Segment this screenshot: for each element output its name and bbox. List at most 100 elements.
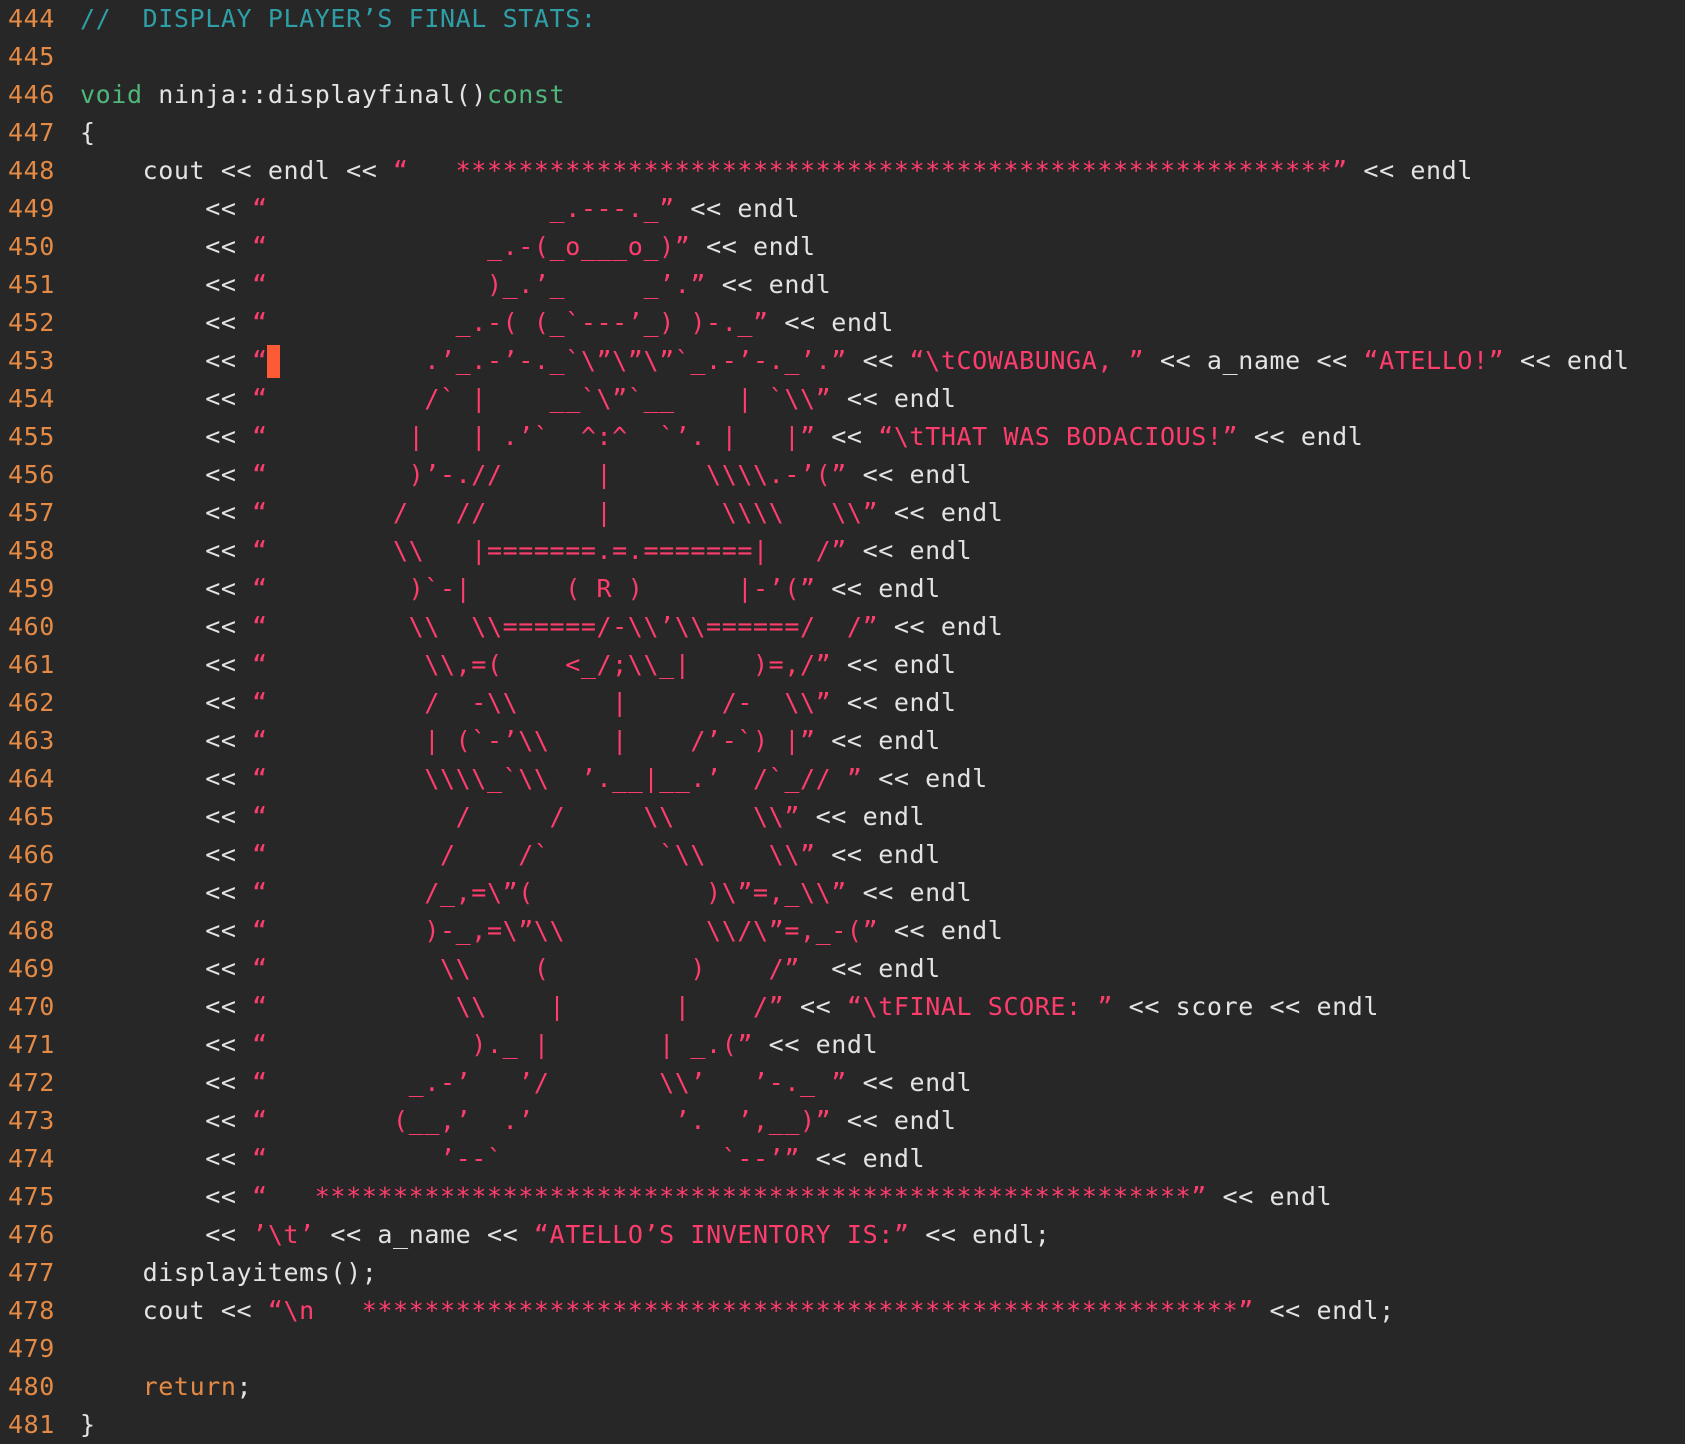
string-literal: “ / // | \\\\ \\” [252,498,879,527]
code-line[interactable]: 452 << “ _.-( (_`---’_) )-._” << endl [0,304,1685,342]
line-number: 459 [8,574,55,603]
code-token: << [80,878,253,907]
code-token: cout << [80,1296,268,1325]
line-number: 450 [8,232,55,261]
code-line[interactable]: 481} [0,1406,1685,1444]
string-literal: “ )_.’_ _’.” [252,270,707,299]
code-line[interactable]: 449 << “ _.---._” << endl [0,190,1685,228]
code-line[interactable]: 479 [0,1330,1685,1368]
string-literal: ’\t’ [252,1220,315,1249]
line-number: 462 [8,688,55,717]
code-text: << “ | (`-’\\ | /’-`) |” << endl [72,722,941,760]
string-literal: “ / /` `\\ \\” [252,840,816,869]
code-line[interactable]: 444 // DISPLAY PLAYER’S FINAL STATS: [0,0,1685,38]
code-line[interactable]: 451 << “ )_.’_ _’.” << endl [0,266,1685,304]
string-literal: “\tCOWABUNGA, ” [909,346,1145,375]
code-line[interactable]: 468 << “ )-_,=\”\\ \\/\”=,_-(” << endl [0,912,1685,950]
code-line[interactable]: 463 << “ | (`-’\\ | /’-`) |” << endl [0,722,1685,760]
code-text: << “ _.---._” << endl [72,190,800,228]
code-token: << [80,916,253,945]
code-text: << “ /` | __`\”`__ | `\\” << endl [72,380,957,418]
code-line[interactable]: 466 << “ / /` `\\ \\” << endl [0,836,1685,874]
code-text: { [72,114,96,152]
string-literal: “\tTHAT WAS BODACIOUS!” [878,422,1239,451]
line-number: 478 [8,1296,55,1325]
code-token: << [80,1068,253,1097]
code-line[interactable]: 477 displayitems(); [0,1254,1685,1292]
string-literal: “ / -\\ | /- \\” [252,688,832,717]
code-line[interactable]: 478 cout << “\n ************************… [0,1292,1685,1330]
code-line[interactable]: 462 << “ / -\\ | /- \\” << endl [0,684,1685,722]
line-number: 461 [8,650,55,679]
line-number: 449 [8,194,55,223]
code-token: << [80,764,253,793]
string-literal: “ /_,=\”( )\”=,_\\” [252,878,847,907]
code-line[interactable]: 445 [0,38,1685,76]
code-token: << endl [831,384,957,413]
code-token: << endl [1347,156,1473,185]
string-literal: “ | (`-’\\ | /’-`) |” [252,726,816,755]
line-number: 452 [8,308,55,337]
line-number: 464 [8,764,55,793]
line-number: 454 [8,384,55,413]
code-token: << endl [878,916,1004,945]
string-literal: “ _.---._” [252,194,675,223]
line-number: 476 [8,1220,55,1249]
keyword-token: const [486,80,566,109]
code-line[interactable]: 473 << “ (__,’ .’ ’. ’,__)” << endl [0,1102,1685,1140]
code-line[interactable]: 470 << “ \\ | | /” << “\tFINAL SCORE: ” … [0,988,1685,1026]
code-line[interactable]: 467 << “ /_,=\”( )\”=,_\\” << endl [0,874,1685,912]
string-literal: “ \\ |=======.=.=======| /” [252,536,847,565]
code-line[interactable]: 455 << “ | | .’` ^:^ `’. | |” << “\tTHAT… [0,418,1685,456]
string-literal: “ATELLO’S INVENTORY IS:” [533,1220,910,1249]
code-line[interactable]: 458 << “ \\ |=======.=.=======| /” << en… [0,532,1685,570]
code-line[interactable]: 453 << “ .’_.-’-._`\”\”\”`_.-’-._’.” << … [0,342,1685,380]
code-token: << [815,422,879,451]
code-line[interactable]: 469 << “ \\ ( ) /” << endl [0,950,1685,988]
code-line[interactable]: 459 << “ )`-| ( R ) |-’(” << endl [0,570,1685,608]
code-line[interactable]: 448 cout << endl << “ ******************… [0,152,1685,190]
code-editor[interactable]: 444 // DISPLAY PLAYER’S FINAL STATS: 445 44… [0,0,1685,1440]
code-token: << endl [846,1068,973,1097]
string-literal: “ )’-.// | \\\\.-’(” [252,460,847,489]
code-line[interactable]: 461 << “ \\,=( <_/;\\_| )=,/” << endl [0,646,1685,684]
code-text: << “ _.-( (_`---’_) )-._” << endl [72,304,894,342]
code-token: << [80,194,253,223]
code-line[interactable]: 450 << “ _.-(_o___o_)” << endl [0,228,1685,266]
code-line[interactable]: 454 << “ /` | __`\”`__ | `\\” << endl [0,380,1685,418]
code-line[interactable]: 457 << “ / // | \\\\ \\” << endl [0,494,1685,532]
code-text: << “ \\ ( ) /” << endl [72,950,941,988]
code-line[interactable]: 456 << “ )’-.// | \\\\.-’(” << endl [0,456,1685,494]
code-token: << [80,1030,253,1059]
line-number: 457 [8,498,55,527]
code-token: << endl [799,954,941,983]
code-line[interactable]: 480 return; [0,1368,1685,1406]
string-literal: “ | | .’` ^:^ `’. | |” [252,422,816,451]
code-line[interactable]: 472 << “ _.-’ ’/ \\’ ’-._ ” << endl [0,1064,1685,1102]
code-line[interactable]: 446 void ninja::displayfinal()const [0,76,1685,114]
string-literal: “ )`-| ( R ) |-’(” [252,574,816,603]
line-number: 481 [8,1410,55,1439]
code-text: return; [72,1368,252,1406]
code-token: << [80,1182,253,1211]
line-number: 473 [8,1106,55,1135]
code-line[interactable]: 474 << “ ’--` `--’” << endl [0,1140,1685,1178]
code-line[interactable]: 471 << “ )._ | | _.(” << endl [0,1026,1685,1064]
line-number: 453 [8,346,55,375]
code-line[interactable]: 447 { [0,114,1685,152]
code-token: } [80,1410,96,1439]
code-line[interactable]: 476 << ’\t’ << a_name << “ATELLO’S INVEN… [0,1216,1685,1254]
code-token: displayitems(); [80,1258,378,1287]
code-line[interactable]: 464 << “ \\\\_`\\ ’.__|__.’ /`_// ” << e… [0,760,1685,798]
code-text: << “ \\ \\======/-\\’\\======/ /” << end… [72,608,1003,646]
code-token: << [80,498,253,527]
comment-text: // DISPLAY PLAYER’S FINAL STATS: [80,4,597,33]
code-line[interactable]: 465 << “ / / \\ \\” << endl [0,798,1685,836]
code-line[interactable]: 475 << “ *******************************… [0,1178,1685,1216]
code-token: << [80,726,253,755]
code-text: << “ )’-.// | \\\\.-’(” << endl [72,456,972,494]
code-line[interactable]: 460 << “ \\ \\======/-\\’\\======/ /” <<… [0,608,1685,646]
code-text: << “ )_.’_ _’.” << endl [72,266,831,304]
line-number: 477 [8,1258,55,1287]
